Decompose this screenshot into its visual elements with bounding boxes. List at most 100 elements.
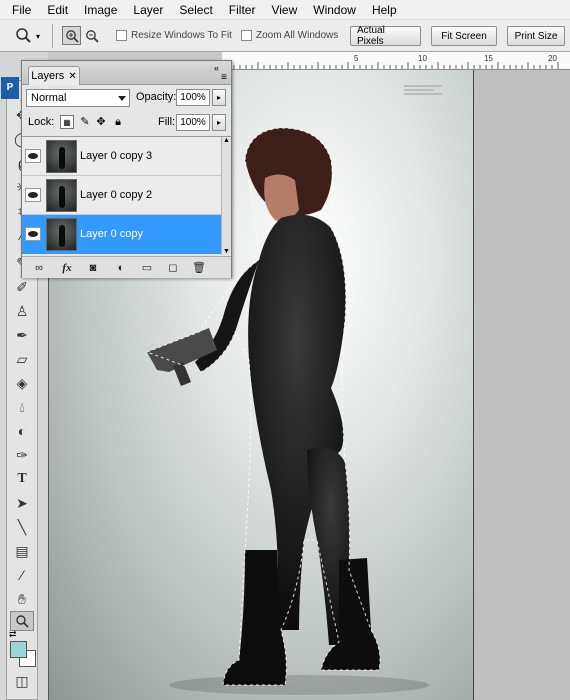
lock-position-icon[interactable]: ✥ [94, 115, 108, 129]
stamp-tool-icon[interactable]: ♙ [10, 301, 34, 321]
eye-icon[interactable] [25, 149, 41, 163]
layers-panel-footer: ∞ fx ◙ ◐ ▭ ◻ 🗑︎ [22, 256, 231, 278]
eye-icon[interactable] [25, 188, 41, 202]
layer-row-selected[interactable]: Layer 0 copy [22, 215, 221, 254]
fill-slider-button[interactable]: ▸ [212, 114, 226, 131]
scroll-up-icon[interactable]: ▲ [223, 137, 230, 144]
blend-mode-select[interactable]: Normal [26, 89, 130, 107]
pen-tool-icon[interactable]: ✑ [10, 445, 34, 465]
lock-pixels-icon[interactable]: ✎ [78, 115, 92, 129]
chevron-down-icon [118, 96, 126, 101]
workspace-background [474, 70, 570, 700]
menu-image[interactable]: Image [76, 0, 125, 20]
horizontal-ruler[interactable]: 5 10 15 20 [222, 52, 570, 70]
opacity-input[interactable]: 100% [176, 89, 210, 106]
swap-colors-icon[interactable]: ⇄ [9, 629, 17, 640]
layer-row[interactable]: Layer 0 copy 3 [22, 137, 221, 176]
divider [52, 24, 53, 48]
panel-menu-icon[interactable]: ≡ [221, 72, 227, 83]
layers-panel: Layers ✕ « ≡ Normal Opacity: 100% ▸ Lock… [21, 60, 232, 278]
link-layers-icon[interactable]: ∞ [30, 260, 48, 276]
blend-row: Normal Opacity: 100% ▸ [22, 86, 231, 110]
fill-input[interactable]: 100% [176, 114, 210, 131]
checkbox-box [241, 30, 252, 41]
menu-layer[interactable]: Layer [125, 0, 171, 20]
layers-tab[interactable]: Layers ✕ [28, 66, 80, 85]
add-mask-icon[interactable]: ◙ [84, 260, 102, 276]
resize-windows-label: Resize Windows To Fit [131, 30, 232, 41]
lock-label: Lock: [28, 116, 55, 128]
layer-thumbnail [46, 179, 77, 212]
layer-name: Layer 0 copy [80, 228, 143, 240]
dodge-tool-icon[interactable]: ◐ [10, 421, 34, 441]
menu-help[interactable]: Help [364, 0, 405, 20]
quick-mask-icon[interactable]: ◫ [10, 671, 34, 691]
menu-edit[interactable]: Edit [39, 0, 76, 20]
menu-bar: File Edit Image Layer Select Filter View… [0, 0, 570, 20]
hand-tool-icon[interactable]: ✋︎ [10, 589, 34, 609]
collapse-icon[interactable]: « [214, 63, 219, 73]
eraser-tool-icon[interactable]: ▱ [10, 349, 34, 369]
fx-icon[interactable]: fx [58, 260, 76, 276]
adjustment-layer-icon[interactable]: ◐ [112, 260, 130, 276]
blend-mode-value: Normal [31, 92, 67, 104]
menu-file[interactable]: File [4, 0, 39, 20]
layer-row[interactable]: Layer 0 copy 2 [22, 176, 221, 215]
layers-list: Layer 0 copy 3 Layer 0 copy 2 Layer 0 co… [22, 136, 231, 255]
opacity-label: Opacity: [136, 91, 177, 103]
actual-pixels-button[interactable]: Actual Pixels [350, 25, 421, 47]
lock-transparency-icon[interactable]: ▦ [60, 115, 74, 129]
new-group-icon[interactable]: ▭ [138, 260, 156, 276]
notes-tool-icon[interactable]: ▤ [10, 541, 34, 561]
zoom-in-button[interactable] [62, 26, 81, 45]
fill-label: Fill: [158, 116, 176, 128]
delete-layer-icon[interactable]: 🗑︎ [190, 260, 208, 276]
menu-filter[interactable]: Filter [221, 0, 264, 20]
zoom-tool-icon [16, 28, 31, 43]
eye-icon[interactable] [25, 227, 41, 241]
close-icon[interactable]: ✕ [68, 71, 76, 82]
ruler-ticks: 5 10 15 20 [227, 54, 559, 69]
zoom-tool-icon[interactable] [10, 611, 34, 631]
scroll-down-icon[interactable]: ▼ [223, 248, 230, 255]
history-brush-tool-icon[interactable]: ✒ [10, 325, 34, 345]
resize-windows-checkbox[interactable]: Resize Windows To Fit [116, 30, 232, 41]
zoom-tool-preset[interactable]: ▾ [14, 26, 44, 46]
ruler-label: 5 [354, 54, 359, 63]
zoom-all-windows-checkbox[interactable]: Zoom All Windows [241, 30, 338, 41]
brush-tool-icon[interactable]: ✐ [10, 277, 34, 297]
layers-tab-label: Layers [31, 70, 65, 82]
ruler-label: 20 [548, 54, 557, 63]
layer-name: Layer 0 copy 3 [80, 150, 153, 162]
line-tool-icon[interactable]: ╲ [10, 517, 34, 537]
layer-thumbnail [46, 140, 77, 173]
paint-bucket-tool-icon[interactable]: ◈ [10, 373, 34, 393]
type-tool-icon[interactable]: T [10, 469, 34, 489]
panel-tab-bar: Layers ✕ « ≡ [22, 61, 231, 85]
layer-thumbnail [46, 218, 77, 251]
opacity-slider-button[interactable]: ▸ [212, 89, 226, 106]
checkbox-box [116, 30, 127, 41]
foreground-color-swatch[interactable] [10, 641, 27, 658]
menu-window[interactable]: Window [305, 0, 364, 20]
photoshop-logo: P [1, 77, 19, 99]
watermark [404, 85, 442, 99]
lock-all-icon[interactable]: 🔒︎ [111, 115, 125, 129]
blur-tool-icon[interactable]: 💧︎ [10, 397, 34, 417]
new-layer-icon[interactable]: ◻ [164, 260, 182, 276]
print-size-button[interactable]: Print Size [507, 26, 565, 46]
menu-select[interactable]: Select [171, 0, 220, 20]
layers-scrollbar[interactable]: ▲ ▼ [221, 137, 231, 255]
layer-name: Layer 0 copy 2 [80, 189, 153, 201]
zoom-out-icon [85, 29, 99, 43]
zoom-out-button[interactable] [82, 26, 101, 45]
options-bar: ▾ Resize Windows To Fit Zoom All Windows… [0, 20, 570, 52]
zoom-all-windows-label: Zoom All Windows [256, 30, 339, 41]
path-selection-tool-icon[interactable]: ➤ [10, 493, 34, 513]
ruler-label: 10 [418, 54, 427, 63]
zoom-in-icon [65, 29, 79, 43]
eyedropper2-tool-icon[interactable]: ⁄ [10, 565, 34, 585]
chevron-down-icon: ▾ [36, 31, 41, 41]
menu-view[interactable]: View [263, 0, 305, 20]
fit-screen-button[interactable]: Fit Screen [431, 26, 497, 46]
